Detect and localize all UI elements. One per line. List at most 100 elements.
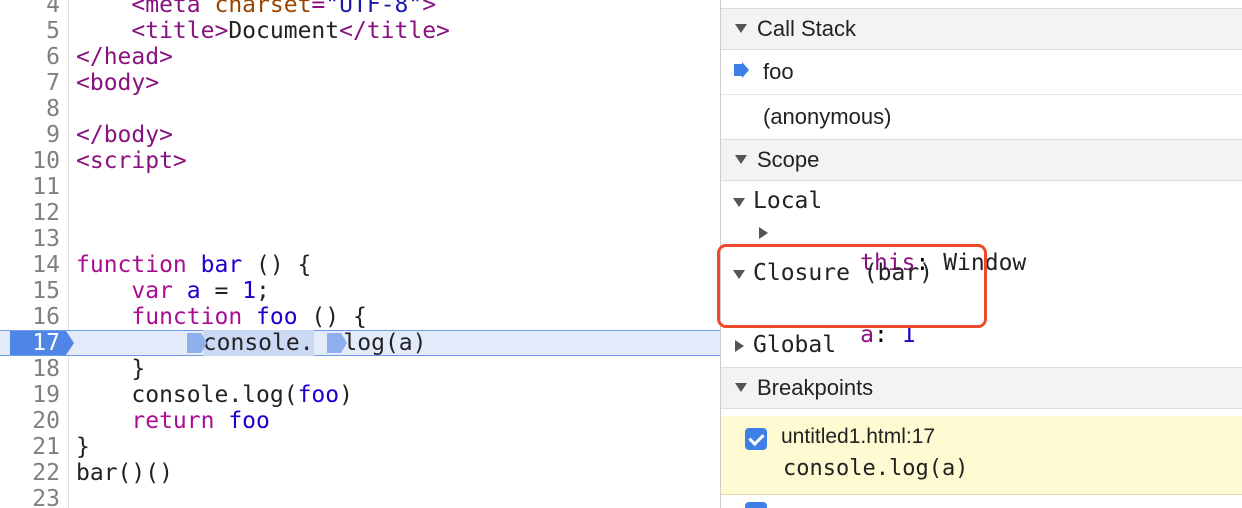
code-token: </title> — [339, 18, 450, 44]
frame-label: foo — [763, 59, 794, 84]
code-token: bar — [200, 252, 243, 278]
call-stack-frame-foo[interactable]: foo — [721, 50, 1242, 95]
code-text: bar()() — [76, 460, 173, 486]
call-stack-frame-anonymous[interactable]: (anonymous) — [721, 95, 1242, 140]
scope-local-label: Local — [753, 188, 823, 214]
code-token: } — [76, 434, 90, 460]
closure-highlight-annotation — [717, 244, 987, 328]
line-number: 13 — [32, 226, 60, 252]
code-text: </head> — [76, 44, 173, 70]
code-line[interactable]: 7 <body> — [0, 70, 720, 96]
code-line[interactable]: 9 </body> — [0, 122, 720, 148]
code-token: <body> — [76, 70, 160, 96]
breakpoint-location: untitled1.html:17 — [781, 425, 936, 448]
line-number: 11 — [32, 174, 60, 200]
code-line[interactable]: 14 function bar () { — [0, 252, 720, 278]
code-token: ) — [339, 382, 353, 408]
code-text: return foo — [76, 408, 270, 434]
collapse-triangle-icon — [735, 155, 747, 164]
code-line[interactable]: 16 function foo () { — [0, 304, 720, 330]
code-line[interactable]: 18 } — [0, 356, 720, 382]
code-line[interactable]: 6 </head> — [0, 44, 720, 70]
code-token: console.log( — [76, 382, 298, 408]
line-number: 7 — [46, 70, 60, 96]
line-number: 5 — [46, 18, 60, 44]
code-line[interactable]: 5 <title>Document</title> — [0, 18, 720, 44]
inline-breakpoint-icon[interactable] — [327, 332, 348, 353]
paused-expression: console. — [202, 330, 314, 356]
code-line[interactable]: 8 — [0, 96, 720, 122]
code-line[interactable]: 15 var a = 1; — [0, 278, 720, 304]
code-token: <title> — [131, 18, 229, 44]
line-number: 8 — [46, 96, 60, 122]
code-line[interactable]: 11 — [0, 174, 720, 200]
code-token: return — [131, 408, 229, 434]
breakpoint-checkbox[interactable] — [745, 428, 767, 450]
scope-global[interactable]: Global — [721, 330, 1242, 362]
next-breakpoint-checkbox[interactable] — [745, 502, 767, 508]
code-line[interactable]: 23 — [0, 486, 720, 508]
line-number: 16 — [32, 304, 60, 330]
code-editor[interactable]: 4 <meta charset="UTF-8"> 5 <title>Documen… — [0, 0, 720, 508]
inline-breakpoint-icon[interactable] — [186, 332, 207, 353]
line-number: 18 — [32, 356, 60, 382]
code-text: function foo () { — [76, 304, 366, 330]
code-line[interactable]: 4 <meta charset="UTF-8"> — [0, 0, 720, 18]
current-frame-arrow-icon — [734, 62, 749, 78]
code-text: console. log(a) — [76, 330, 427, 356]
code-line[interactable]: 10 <script> — [0, 148, 720, 174]
code-line[interactable]: 20 return foo — [0, 408, 720, 434]
code-text: var a = 1; — [76, 278, 270, 304]
line-number: 15 — [32, 278, 60, 304]
code-token: bar()() — [76, 460, 173, 486]
breakpoint-marker[interactable]: 17 — [10, 330, 74, 356]
scope-header[interactable]: Scope — [721, 139, 1242, 181]
line-number: 9 — [46, 122, 60, 148]
scope-local[interactable]: Local — [721, 186, 1242, 218]
code-line[interactable]: 19 console.log(foo) — [0, 382, 720, 408]
code-line[interactable]: 12 — [0, 200, 720, 226]
code-token: <script> — [76, 148, 187, 174]
code-token: a — [186, 278, 201, 304]
call-stack-title: Call Stack — [757, 16, 857, 41]
code-line[interactable]: 21} — [0, 434, 720, 460]
collapse-triangle-icon — [735, 383, 747, 392]
code-text: <title>Document</title> — [76, 18, 450, 44]
scope-title: Scope — [757, 147, 820, 172]
line-number: 14 — [32, 252, 60, 278]
breakpoint-code: console.log(a) — [783, 456, 969, 481]
code-token: 1 — [242, 278, 257, 304]
code-token: foo — [228, 408, 270, 434]
expand-triangle-icon — [733, 198, 745, 207]
collapse-triangle-icon — [735, 24, 747, 33]
code-token: foo — [297, 382, 340, 408]
breakpoint-item[interactable]: untitled1.html:17 console.log(a) — [721, 416, 1242, 495]
code-text: } — [76, 356, 145, 382]
code-line[interactable]: 13 — [0, 226, 720, 252]
code-token: var — [131, 278, 187, 304]
current-execution-line[interactable]: 17 console. log(a) — [0, 330, 720, 356]
line-number: 22 — [32, 460, 60, 486]
code-text: <body> — [76, 70, 159, 96]
code-token: </head> — [76, 44, 173, 70]
code-token: () { — [242, 252, 312, 278]
code-line[interactable]: 22 bar()() — [0, 460, 720, 486]
line-number: 17 — [32, 330, 60, 356]
code-token: function — [131, 304, 257, 330]
line-number: 23 — [32, 486, 60, 508]
line-number: 4 — [46, 0, 60, 18]
line-number: 21 — [32, 434, 60, 460]
frame-label: (anonymous) — [763, 104, 892, 129]
code-token: charset — [214, 0, 312, 18]
code-token: > — [422, 0, 437, 18]
code-token: } — [76, 356, 146, 382]
call-stack-header[interactable]: Call Stack — [721, 8, 1242, 50]
breakpoints-header[interactable]: Breakpoints — [721, 367, 1242, 409]
scope-global-label: Global — [753, 332, 837, 358]
code-token: Document — [228, 18, 340, 44]
